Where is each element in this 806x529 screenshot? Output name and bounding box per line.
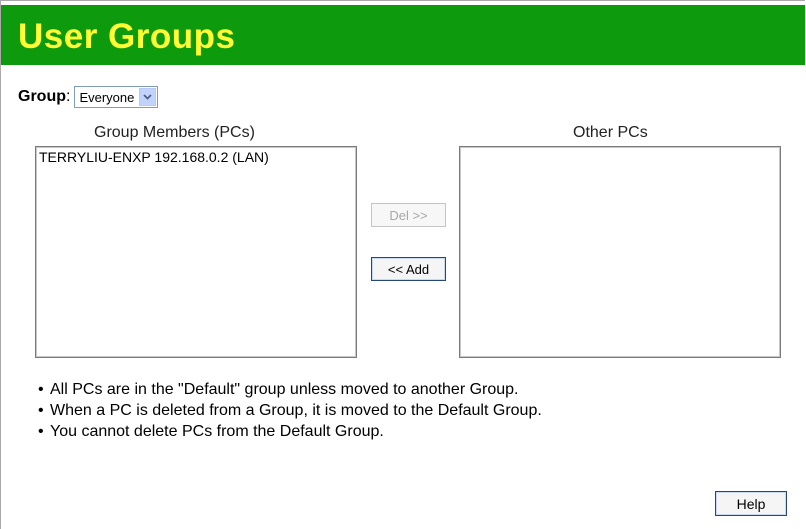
group-members-title: Group Members (PCs) <box>94 124 255 141</box>
group-label: Group <box>18 88 66 105</box>
group-select-value: Everyone <box>79 89 135 105</box>
group-label-colon: : <box>66 88 71 105</box>
help-button[interactable]: Help <box>715 491 787 516</box>
other-pcs-title: Other PCs <box>573 124 648 141</box>
note-item: All PCs are in the "Default" group unles… <box>38 379 542 400</box>
group-selector-row: Group : Everyone <box>18 86 159 108</box>
list-item[interactable]: TERRYLIU-ENXP 192.168.0.2 (LAN) <box>36 147 356 167</box>
note-item: You cannot delete PCs from the Default G… <box>38 421 542 442</box>
group-members-list[interactable]: TERRYLIU-ENXP 192.168.0.2 (LAN) <box>35 146 357 358</box>
page-title: User Groups <box>18 17 236 56</box>
group-select[interactable]: Everyone <box>74 86 159 108</box>
other-pcs-list[interactable] <box>459 146 781 358</box>
add-button[interactable]: << Add <box>371 257 446 281</box>
note-item: When a PC is deleted from a Group, it is… <box>38 400 542 421</box>
chevron-down-icon[interactable] <box>139 88 157 106</box>
page-header: User Groups <box>1 5 805 65</box>
notes-list: All PCs are in the "Default" group unles… <box>38 379 542 442</box>
del-button[interactable]: Del >> <box>371 203 446 227</box>
